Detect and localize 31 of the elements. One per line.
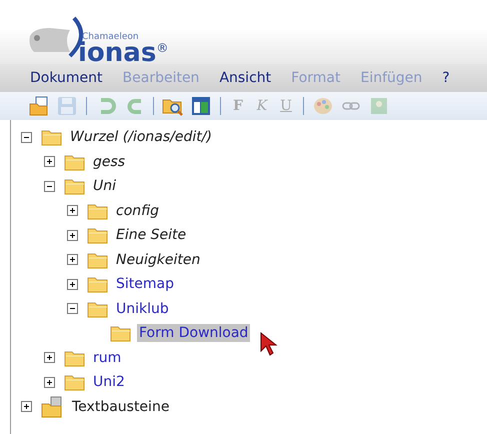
expander-toggle[interactable] bbox=[44, 352, 55, 364]
logo-tagline: Chamaeleon bbox=[82, 32, 139, 42]
expander-toggle[interactable] bbox=[21, 132, 32, 143]
expander-toggle[interactable] bbox=[67, 303, 78, 314]
expander-toggle[interactable] bbox=[67, 205, 78, 216]
expander-toggle[interactable] bbox=[67, 254, 78, 266]
registered-mark: ® bbox=[156, 42, 168, 54]
menu-item[interactable]: Dokument bbox=[30, 70, 103, 86]
logo-wordmark: ionas bbox=[78, 42, 156, 64]
expander-toggle[interactable] bbox=[67, 230, 78, 241]
menu-item[interactable]: ? bbox=[442, 70, 450, 86]
expander-toggle[interactable] bbox=[44, 180, 55, 192]
layout-window-icon[interactable] bbox=[190, 95, 212, 117]
tree-item[interactable]: Neuigkeiten bbox=[114, 250, 202, 269]
menu-item[interactable]: Ansicht bbox=[219, 70, 272, 86]
tree-item[interactable]: Uni bbox=[91, 177, 118, 196]
tree-item[interactable]: Textbausteine bbox=[70, 398, 172, 416]
tree-item[interactable]: Uniklub bbox=[114, 300, 171, 318]
expander-toggle[interactable] bbox=[67, 278, 78, 290]
tree-item[interactable]: Sitemap bbox=[114, 275, 176, 294]
tree-item[interactable]: rum bbox=[91, 348, 124, 367]
tree-item[interactable]: Eine Seite bbox=[114, 226, 188, 244]
tree-item[interactable]: Uni2 bbox=[91, 373, 127, 392]
tree-item[interactable]: Wurzel (/ionas/edit/) bbox=[68, 128, 214, 146]
expander-toggle[interactable] bbox=[21, 401, 32, 412]
expander-toggle[interactable] bbox=[44, 156, 55, 168]
tree-item[interactable]: gess bbox=[91, 152, 128, 171]
expander-toggle[interactable] bbox=[44, 376, 55, 388]
new-document-icon[interactable] bbox=[28, 95, 50, 117]
tree-item[interactable]: config bbox=[114, 202, 162, 220]
tree-item[interactable]: Form Download bbox=[137, 324, 250, 342]
